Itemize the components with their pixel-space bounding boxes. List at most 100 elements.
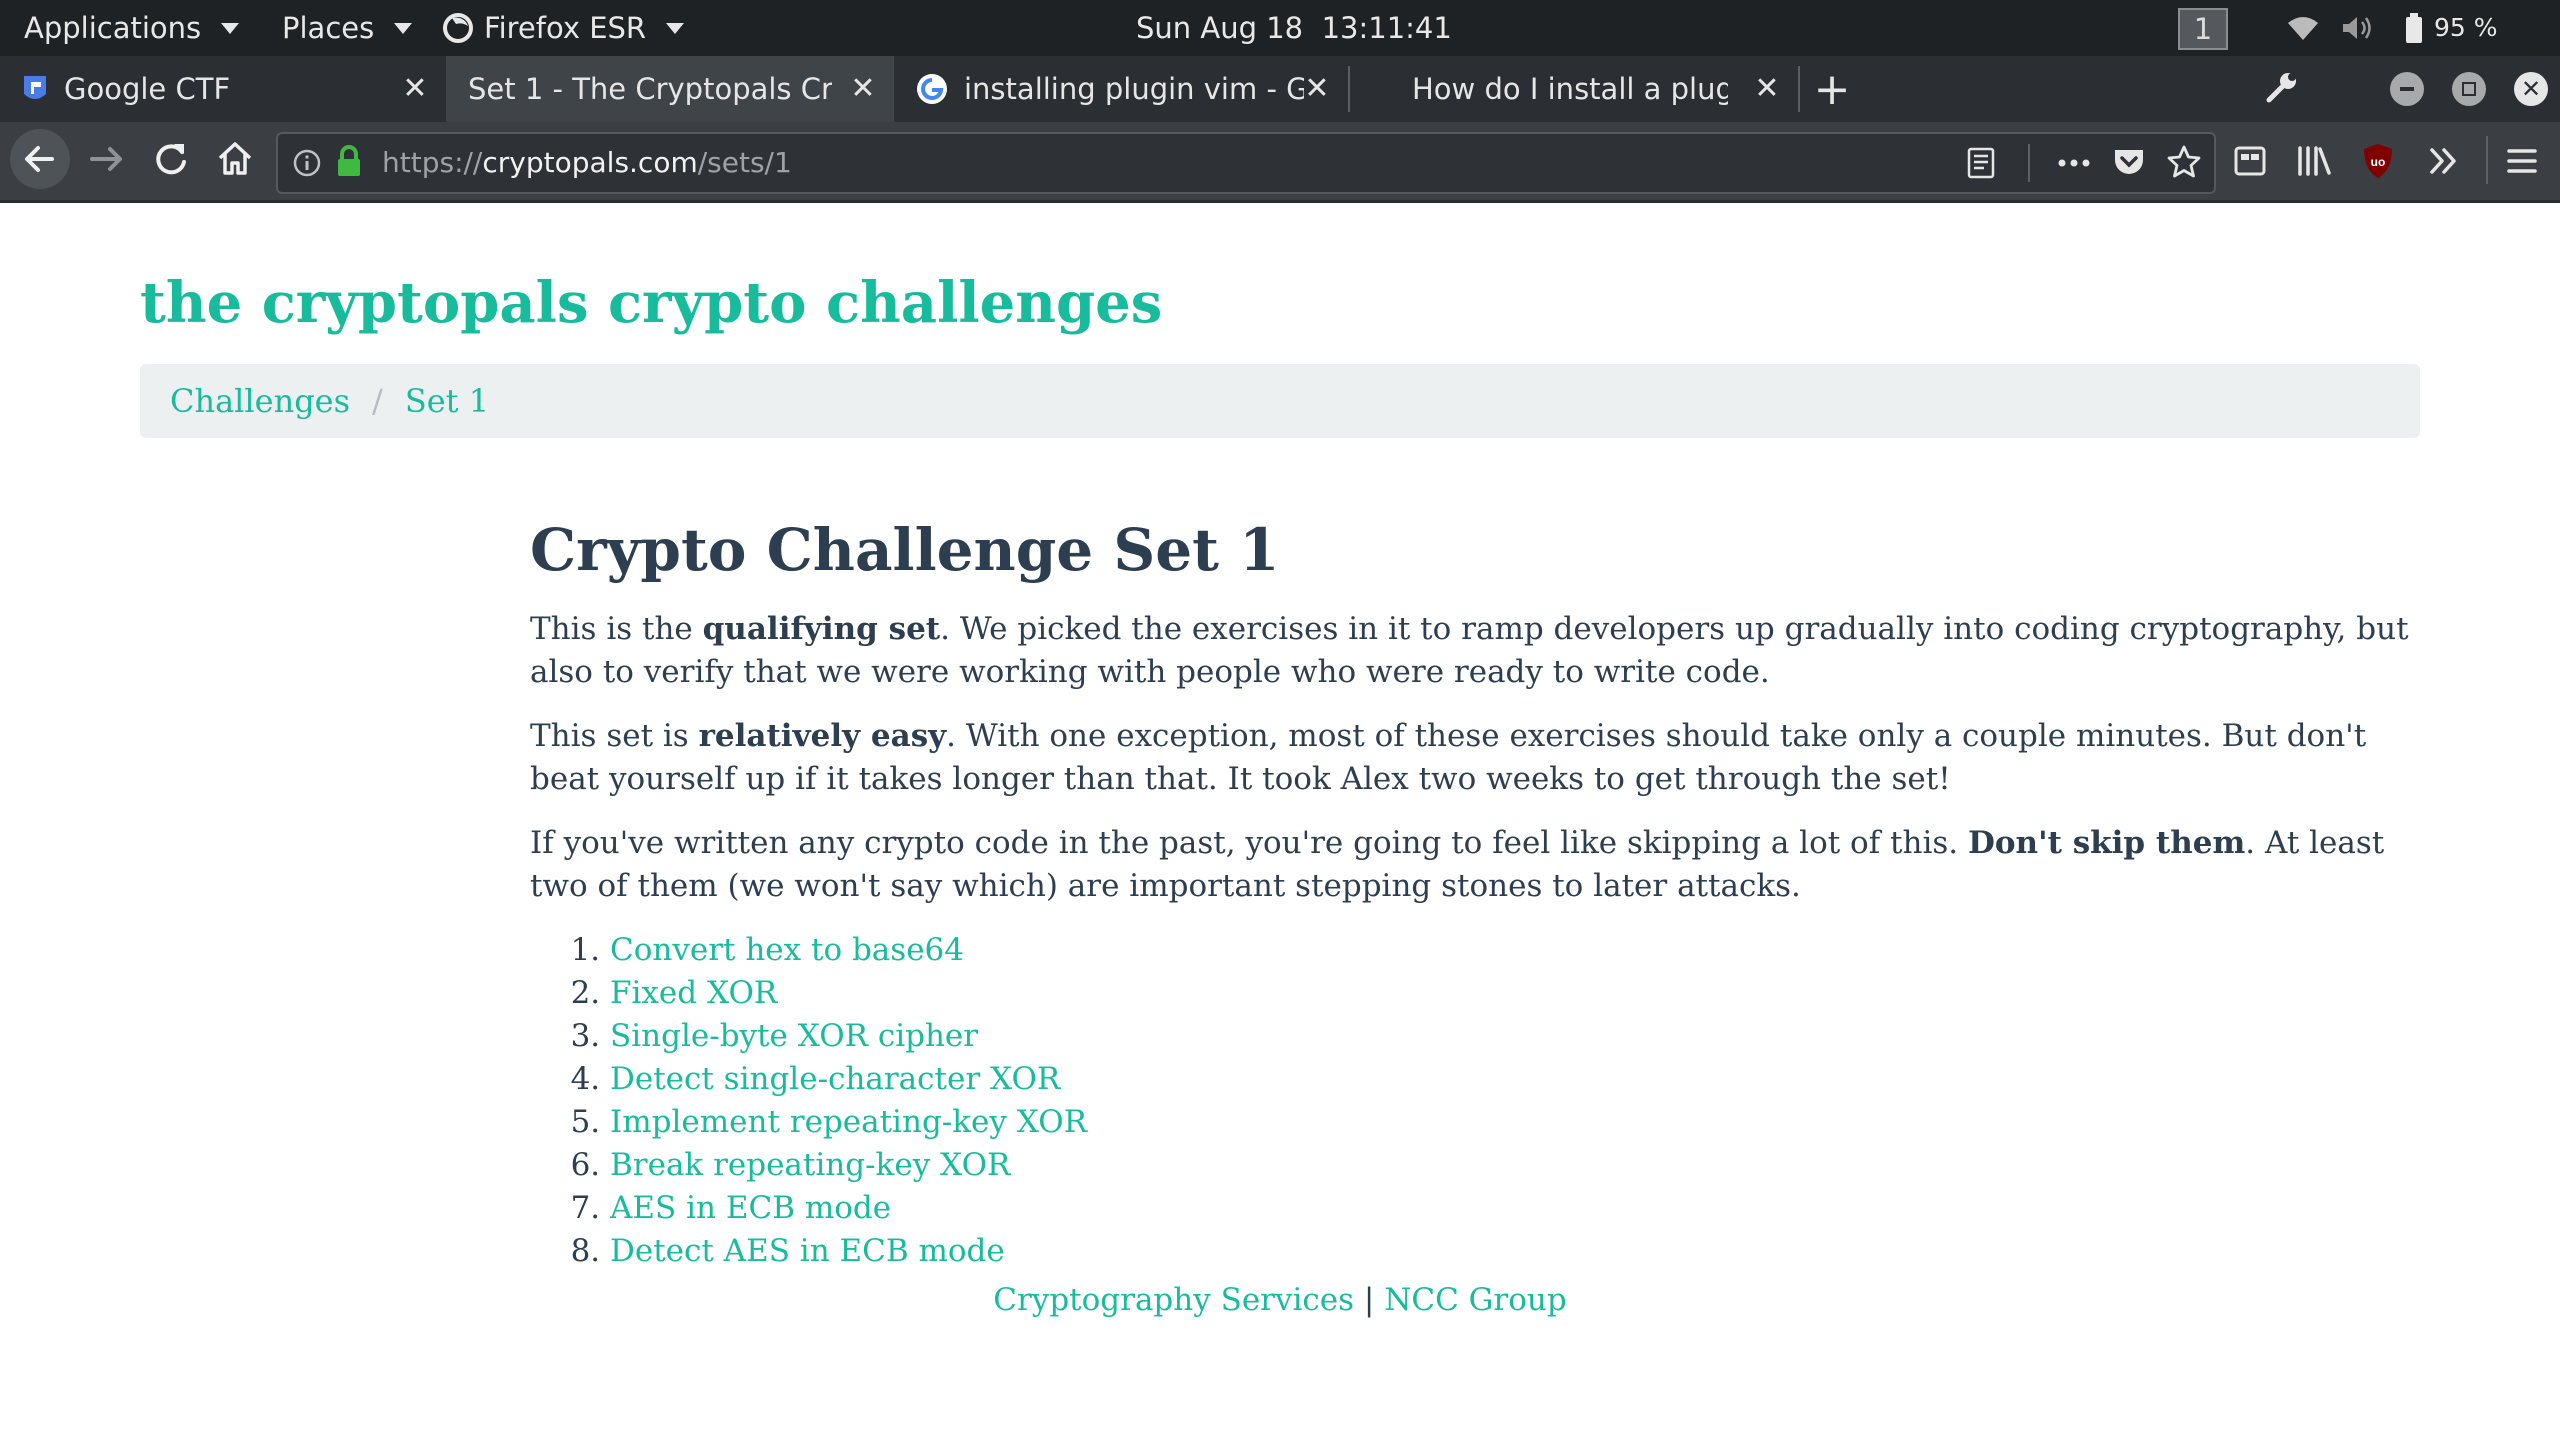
page-title: Crypto Challenge Set 1 bbox=[530, 516, 1280, 584]
breadcrumb-set-1-link[interactable]: Set 1 bbox=[405, 382, 489, 420]
text: This is the bbox=[530, 611, 703, 647]
battery-icon bbox=[2406, 13, 2422, 43]
applications-label: Applications bbox=[24, 11, 202, 45]
maximize-icon bbox=[2462, 82, 2476, 96]
wrench-icon[interactable] bbox=[2262, 70, 2302, 110]
intro-paragraph-1: This is the qualifying set. We picked th… bbox=[530, 608, 2420, 694]
emphasis: Don't skip them bbox=[1968, 825, 2246, 861]
home-icon bbox=[218, 142, 252, 175]
volume-icon[interactable] bbox=[2340, 0, 2378, 56]
breadcrumb-challenges-link[interactable]: Challenges bbox=[170, 382, 350, 420]
reload-icon bbox=[156, 144, 186, 175]
workspace-indicator[interactable]: 1 bbox=[2178, 8, 2228, 50]
challenge-link[interactable]: Single-byte XOR cipher bbox=[610, 1018, 978, 1054]
minimize-icon bbox=[2400, 87, 2414, 91]
firefox-icon bbox=[443, 13, 473, 43]
text: This set is bbox=[530, 718, 699, 754]
close-window-button[interactable]: ✕ bbox=[2514, 72, 2548, 106]
close-tab-icon[interactable]: ✕ bbox=[846, 72, 880, 106]
list-item: AES in ECB mode bbox=[610, 1187, 2420, 1230]
tab-title: installing plugin vim - Google Search bbox=[964, 72, 1304, 106]
challenge-link[interactable]: Convert hex to base64 bbox=[610, 932, 964, 968]
list-item: Single-byte XOR cipher bbox=[610, 1015, 2420, 1058]
back-button[interactable] bbox=[10, 129, 70, 189]
lock-icon[interactable] bbox=[336, 144, 362, 178]
tab-how-to-install-plugin[interactable]: How do I install a plugin in Vim ✕ bbox=[1392, 56, 1798, 122]
tab-installing-plugin-vim[interactable]: installing plugin vim - Google Search ✕ bbox=[894, 56, 1348, 122]
plus-icon: + bbox=[1813, 63, 1851, 115]
places-menu[interactable]: Places bbox=[282, 0, 413, 56]
maximize-window-button[interactable] bbox=[2452, 72, 2486, 106]
challenge-link[interactable]: Fixed XOR bbox=[610, 975, 777, 1011]
list-item: Break repeating-key XOR bbox=[610, 1144, 2420, 1187]
close-icon: ✕ bbox=[2520, 75, 2542, 103]
bookmark-star-icon[interactable] bbox=[2166, 144, 2202, 180]
list-item: Convert hex to base64 bbox=[610, 929, 2420, 972]
reader-view-icon[interactable] bbox=[1966, 147, 1996, 179]
chevron-down-icon bbox=[394, 22, 413, 34]
battery-percent: 95 % bbox=[2434, 13, 2498, 42]
challenge-link[interactable]: Detect AES in ECB mode bbox=[610, 1233, 1005, 1269]
close-tab-icon[interactable]: ✕ bbox=[1750, 72, 1784, 106]
ublock-origin-icon[interactable]: uo bbox=[2362, 142, 2394, 180]
firefox-label: Firefox ESR bbox=[484, 11, 647, 45]
info-icon[interactable] bbox=[292, 148, 322, 178]
url-text[interactable]: https://cryptopals.com/sets/1 bbox=[382, 134, 792, 192]
tab-divider bbox=[1798, 66, 1800, 112]
home-button[interactable] bbox=[212, 136, 258, 182]
url-scheme: https:// bbox=[382, 146, 483, 179]
pocket-icon[interactable] bbox=[2112, 146, 2146, 178]
footer-cryptography-services-link[interactable]: Cryptography Services bbox=[993, 1282, 1354, 1318]
applications-menu[interactable]: Applications bbox=[24, 0, 240, 56]
list-item: Detect single-character XOR bbox=[610, 1058, 2420, 1101]
sidebar-icon[interactable] bbox=[2234, 146, 2266, 176]
svg-text:uo: uo bbox=[2371, 155, 2386, 169]
intro-paragraph-3: If you've written any crypto code in the… bbox=[530, 822, 2420, 908]
site-title-link[interactable]: the cryptopals crypto challenges bbox=[140, 270, 1162, 336]
list-item: Fixed XOR bbox=[610, 972, 2420, 1015]
challenge-link[interactable]: Detect single-character XOR bbox=[610, 1061, 1060, 1097]
tab-google-ctf[interactable]: Google CTF ✕ bbox=[0, 56, 446, 122]
wifi-icon[interactable] bbox=[2286, 0, 2320, 56]
main-content: Crypto Challenge Set 1 This is the quali… bbox=[530, 510, 2420, 1273]
tab-title: Set 1 - The Cryptopals Crypto Challenges bbox=[468, 72, 832, 106]
places-label: Places bbox=[282, 11, 375, 45]
reload-button[interactable] bbox=[148, 136, 194, 182]
text: If you've written any crypto code in the… bbox=[530, 825, 1968, 861]
clock[interactable]: Sun Aug 18 13:11:41 bbox=[1136, 0, 1452, 56]
minimize-window-button[interactable] bbox=[2390, 72, 2424, 106]
url-bar[interactable]: https://cryptopals.com/sets/1 bbox=[276, 132, 2216, 194]
clock-text: Sun Aug 18 13:11:41 bbox=[1136, 11, 1452, 45]
challenge-list: Convert hex to base64 Fixed XOR Single-b… bbox=[530, 929, 2420, 1273]
battery-indicator[interactable]: 95 % bbox=[2404, 0, 2498, 56]
arrow-right-icon bbox=[90, 147, 122, 171]
tab-set-1[interactable]: Set 1 - The Cryptopals Crypto Challenges… bbox=[446, 56, 894, 122]
close-tab-icon[interactable]: ✕ bbox=[1300, 72, 1334, 106]
challenge-link[interactable]: AES in ECB mode bbox=[610, 1190, 891, 1226]
challenge-link[interactable]: Break repeating-key XOR bbox=[610, 1147, 1010, 1183]
more-actions-icon[interactable] bbox=[2056, 148, 2092, 178]
close-tab-icon[interactable]: ✕ bbox=[398, 72, 432, 106]
system-top-bar: Applications Places Firefox ESR Sun Aug … bbox=[0, 0, 2560, 56]
breadcrumb: Challenges / Set 1 bbox=[140, 364, 2420, 438]
firefox-app-menu[interactable]: Firefox ESR bbox=[442, 0, 685, 56]
emphasis: qualifying set bbox=[702, 611, 941, 647]
tab-strip: Google CTF ✕ Set 1 - The Cryptopals Cryp… bbox=[0, 56, 2560, 122]
forward-button[interactable] bbox=[84, 136, 130, 182]
url-path: /sets/1 bbox=[697, 146, 792, 179]
list-item: Detect AES in ECB mode bbox=[610, 1230, 2420, 1273]
hamburger-menu-icon[interactable] bbox=[2506, 146, 2538, 176]
library-icon[interactable] bbox=[2296, 144, 2332, 178]
tab-title: Google CTF bbox=[64, 72, 231, 106]
url-host: cryptopals.com bbox=[482, 146, 698, 179]
google-favicon bbox=[917, 74, 947, 104]
new-tab-button[interactable]: + bbox=[1812, 56, 1852, 122]
intro-paragraph-2: This set is relatively easy. With one ex… bbox=[530, 715, 2420, 801]
footer-ncc-group-link[interactable]: NCC Group bbox=[1384, 1282, 1566, 1318]
emphasis: relatively easy bbox=[698, 718, 947, 754]
breadcrumb-separator: / bbox=[372, 382, 383, 420]
flag-favicon bbox=[24, 76, 46, 99]
overflow-chevron-icon[interactable] bbox=[2426, 144, 2460, 178]
challenge-link[interactable]: Implement repeating-key XOR bbox=[610, 1104, 1087, 1140]
toolbar-divider bbox=[2486, 136, 2488, 184]
